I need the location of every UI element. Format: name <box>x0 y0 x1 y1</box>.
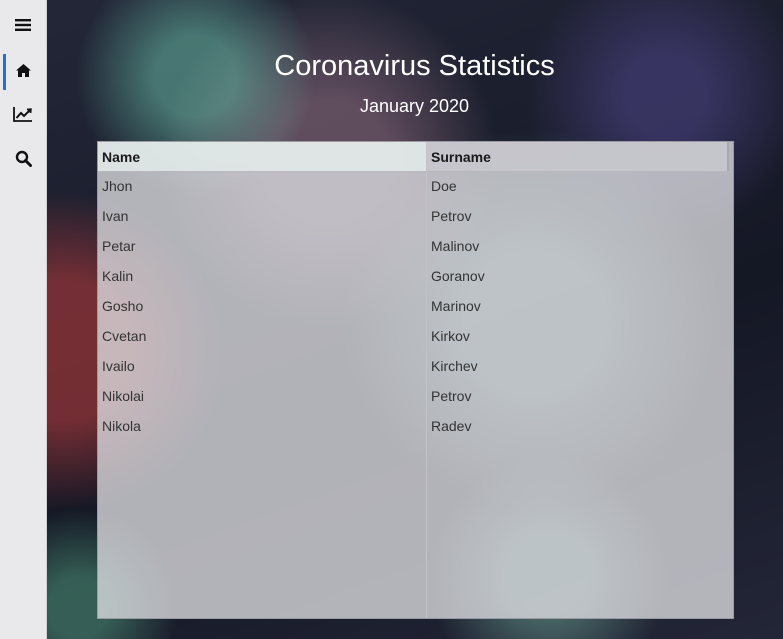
chart-line-icon <box>13 106 33 126</box>
cell-name: Petar <box>102 238 136 254</box>
cell-name: Kalin <box>102 268 134 284</box>
cell-name: Jhon <box>102 178 133 194</box>
table-row[interactable]: Kalin Goranov <box>98 261 733 291</box>
grid-header: Name Surname <box>98 142 733 172</box>
cell-surname: Marinov <box>431 298 481 314</box>
table-row[interactable]: Petar Malinov <box>98 231 733 261</box>
nav-statistics-button[interactable] <box>0 94 46 138</box>
cell-name: Ivan <box>102 208 129 224</box>
sidebar <box>0 0 47 639</box>
page-title: Coronavirus Statistics <box>274 50 555 82</box>
table-row[interactable]: Nikolai Petrov <box>98 381 733 411</box>
search-icon <box>15 150 32 171</box>
table-row[interactable]: Ivan Petrov <box>98 201 733 231</box>
table-row[interactable]: Nikola Radev <box>98 411 733 441</box>
cell-surname: Radev <box>431 418 472 434</box>
table-row[interactable]: Ivailo Kirchev <box>98 351 733 381</box>
table-row[interactable]: Gosho Marinov <box>98 291 733 321</box>
cell-surname: Petrov <box>431 208 472 224</box>
cell-name: Nikolai <box>102 388 145 404</box>
cell-surname: Doe <box>431 178 457 194</box>
hamburger-menu-icon <box>15 17 31 36</box>
nav-home-button[interactable] <box>0 50 46 94</box>
data-grid[interactable]: Name Surname Jhon Doe Ivan Petrov Petar … <box>97 141 734 619</box>
nav-search-button[interactable] <box>0 138 46 182</box>
cell-surname: Goranov <box>431 268 485 284</box>
column-header-surname[interactable]: Surname <box>427 142 729 171</box>
cell-name: Gosho <box>102 298 144 314</box>
cell-name: Cvetan <box>102 328 147 344</box>
cell-name: Ivailo <box>102 358 135 374</box>
column-header-name[interactable]: Name <box>98 142 426 171</box>
cell-name: Nikola <box>102 418 141 434</box>
cell-surname: Kirkov <box>431 328 470 344</box>
page-subtitle: January 2020 <box>359 96 470 116</box>
home-icon <box>15 63 32 82</box>
cell-surname: Malinov <box>431 238 480 254</box>
table-row[interactable]: Jhon Doe <box>98 171 733 201</box>
cell-surname: Kirchev <box>431 358 478 374</box>
menu-button[interactable] <box>0 4 46 48</box>
cell-surname: Petrov <box>431 388 472 404</box>
table-row[interactable]: Cvetan Kirkov <box>98 321 733 351</box>
